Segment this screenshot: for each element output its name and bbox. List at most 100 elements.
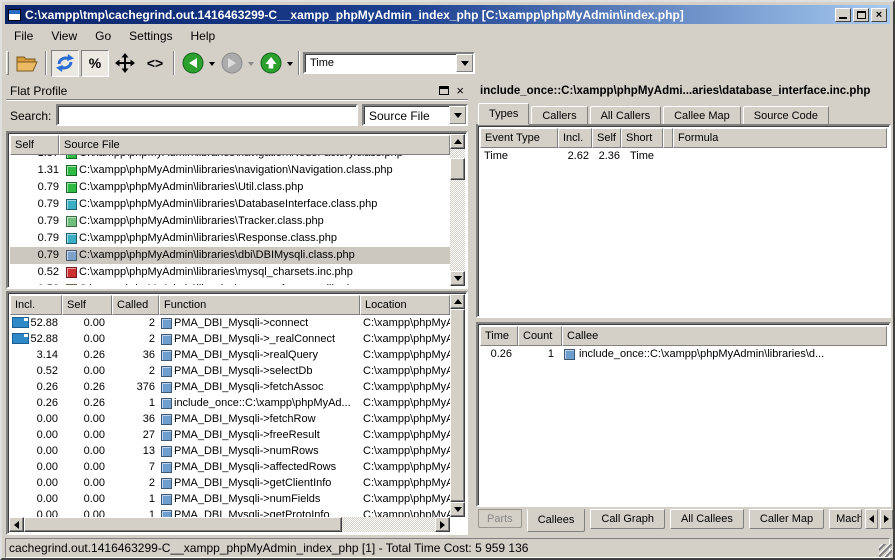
column-header-source-file[interactable]: Source File (59, 135, 450, 155)
function-row[interactable]: 0.000.001PMA_DBI_Mysqli->numFieldsC:\xam… (10, 491, 450, 507)
menu-help[interactable]: Help (182, 27, 225, 45)
event-type-selector[interactable]: Time (303, 52, 475, 74)
function-table-vertical-scrollbar[interactable] (450, 294, 465, 517)
forward-dropdown-icon[interactable] (248, 62, 254, 69)
close-button[interactable]: × (871, 8, 887, 22)
source-file-row[interactable]: 1.31C:\xampp\phpMyAdmin\libraries\naviga… (10, 162, 450, 179)
menu-file[interactable]: File (5, 27, 42, 45)
column-header-time[interactable]: Time (480, 326, 518, 346)
column-header-incl[interactable]: Incl. (558, 128, 592, 148)
function-row[interactable]: 0.000.007PMA_DBI_Mysqli->affectedRowsC:\… (10, 459, 450, 475)
menu-view[interactable]: View (42, 27, 86, 45)
source-file-row[interactable]: 0.79C:\xampp\phpMyAdmin\libraries\dbi\DB… (10, 247, 450, 264)
called-count: 36 (112, 347, 159, 363)
tab-callees[interactable]: Callees (527, 509, 586, 532)
menu-settings[interactable]: Settings (120, 27, 181, 45)
tab-scroll-left-button[interactable] (865, 509, 878, 529)
open-file-button[interactable] (13, 50, 41, 77)
column-header-called[interactable]: Called (112, 295, 159, 315)
toolbar-handle[interactable] (6, 51, 9, 75)
scroll-right-button[interactable] (435, 517, 450, 532)
source-file-row[interactable]: 0.79C:\xampp\phpMyAdmin\libraries\Databa… (10, 196, 450, 213)
event-types-table: Event Type Incl. Self Short Formula Time… (476, 124, 891, 318)
scrollbar-thumb[interactable] (450, 158, 465, 180)
maximize-button[interactable] (853, 8, 869, 22)
function-row[interactable]: 3.140.2636PMA_DBI_Mysqli->realQueryC:\xa… (10, 347, 450, 363)
column-header-spacer[interactable] (663, 128, 673, 148)
back-dropdown-icon[interactable] (209, 62, 215, 69)
incl-value: 0.00 (37, 509, 58, 517)
column-header-incl[interactable]: Incl. (10, 295, 62, 315)
up-button[interactable] (257, 50, 285, 77)
close-dock-icon[interactable]: × (456, 86, 464, 96)
callees-table: Time Count Callee 0.26 1 include_once::C… (476, 322, 891, 507)
function-row[interactable]: 52.880.002PMA_DBI_Mysqli->_realConnectC:… (10, 331, 450, 347)
percent-toggle-button[interactable]: % (81, 50, 109, 77)
scrollbar-thumb[interactable] (24, 517, 342, 532)
column-header-callee[interactable]: Callee (562, 326, 887, 346)
source-file-row[interactable]: 0.79C:\xampp\phpMyAdmin\libraries\Respon… (10, 230, 450, 247)
function-row[interactable]: 52.880.002PMA_DBI_Mysqli->connectC:\xamp… (10, 315, 450, 331)
source-file-row[interactable]: 1.37C:\xampp\phpMyAdmin\libraries\naviga… (10, 155, 450, 162)
dropdown-button[interactable] (456, 54, 473, 72)
dock-title-bar[interactable]: Flat Profile × (6, 82, 468, 100)
menu-go[interactable]: Go (86, 27, 120, 45)
minimize-button[interactable] (835, 8, 851, 22)
function-row[interactable]: 0.000.0027PMA_DBI_Mysqli->freeResultC:\x… (10, 427, 450, 443)
column-header-count[interactable]: Count (518, 326, 562, 346)
title-bar[interactable]: C:\xampp\tmp\cachegrind.out.1416463299-C… (5, 5, 890, 24)
tab-scroll-right-button[interactable] (880, 509, 893, 529)
column-header-formula[interactable]: Formula (673, 128, 887, 148)
cycle-detection-button[interactable] (111, 50, 139, 77)
source-file-row[interactable]: 0.52C:\xampp\phpMyAdmin\libraries\mysql_… (10, 264, 450, 281)
back-button[interactable] (179, 50, 207, 77)
function-table-horizontal-scrollbar[interactable] (9, 517, 450, 532)
tab-all-callees[interactable]: All Callees (670, 509, 744, 529)
column-header-self[interactable]: Self (10, 135, 59, 155)
function-row[interactable]: 0.260.261include_once::C:\xampp\phpMyAd.… (10, 395, 450, 411)
scroll-down-button[interactable] (450, 271, 465, 286)
tab-callers[interactable]: Callers (531, 106, 587, 125)
reload-button[interactable] (51, 50, 79, 77)
tab-machine-code[interactable]: Machine (829, 509, 862, 529)
column-header-function[interactable]: Function (159, 295, 360, 315)
tab-parts[interactable]: Parts (478, 509, 522, 528)
column-header-short[interactable]: Short (621, 128, 663, 148)
function-row[interactable]: 0.000.0013PMA_DBI_Mysqli->numRowsC:\xamp… (10, 443, 450, 459)
function-row[interactable]: 0.000.002PMA_DBI_Mysqli->getClientInfoC:… (10, 475, 450, 491)
callee-row[interactable]: 0.26 1 include_once::C:\xampp\phpMyAdmin… (480, 346, 887, 363)
event-type-row[interactable]: Time 2.62 2.36 Time (480, 148, 887, 165)
column-header-location[interactable]: Location (360, 295, 450, 315)
scrollbar-thumb[interactable] (450, 309, 465, 502)
grouping-selector[interactable]: Source File (362, 104, 468, 126)
dropdown-button[interactable] (449, 106, 466, 124)
event-type-selected-value: Time (310, 57, 334, 69)
tab-call-graph[interactable]: Call Graph (590, 509, 665, 529)
relative-cost-button[interactable]: <> (141, 50, 169, 77)
search-input[interactable] (56, 104, 358, 126)
scroll-up-button[interactable] (450, 294, 465, 309)
tab-caller-map[interactable]: Caller Map (749, 509, 824, 529)
column-header-self[interactable]: Self (592, 128, 621, 148)
function-row[interactable]: 0.520.002PMA_DBI_Mysqli->selectDbC:\xamp… (10, 363, 450, 379)
resize-grip[interactable] (879, 544, 892, 557)
scroll-left-button[interactable] (9, 517, 24, 532)
tab-all-callers[interactable]: All Callers (590, 106, 662, 125)
function-row[interactable]: 0.260.26376PMA_DBI_Mysqli->fetchAssocC:\… (10, 379, 450, 395)
source-list-vertical-scrollbar[interactable] (450, 134, 465, 286)
tab-types[interactable]: Types (478, 103, 529, 125)
source-file-row[interactable]: 0.79C:\xampp\phpMyAdmin\libraries\Tracke… (10, 213, 450, 230)
scroll-down-button[interactable] (450, 502, 465, 517)
up-dropdown-icon[interactable] (287, 62, 293, 69)
source-file-row[interactable]: 0.79C:\xampp\phpMyAdmin\libraries\Util.c… (10, 179, 450, 196)
column-header-self[interactable]: Self (62, 295, 112, 315)
tab-callee-map[interactable]: Callee Map (663, 106, 741, 125)
float-dock-icon[interactable] (439, 86, 449, 95)
scroll-up-button[interactable] (450, 134, 465, 149)
tab-source-code[interactable]: Source Code (743, 106, 829, 125)
function-row[interactable]: 0.000.0036PMA_DBI_Mysqli->fetchRowC:\xam… (10, 411, 450, 427)
forward-button[interactable] (218, 50, 246, 77)
source-file-row[interactable]: 0.52C:\xampp\phpMyAdmin\libraries\user_p… (10, 281, 450, 285)
column-header-event-type[interactable]: Event Type (480, 128, 558, 148)
function-row[interactable]: 0.000.001PMA_DBI_Mysqli->getProtoInfoC:\… (10, 507, 450, 517)
